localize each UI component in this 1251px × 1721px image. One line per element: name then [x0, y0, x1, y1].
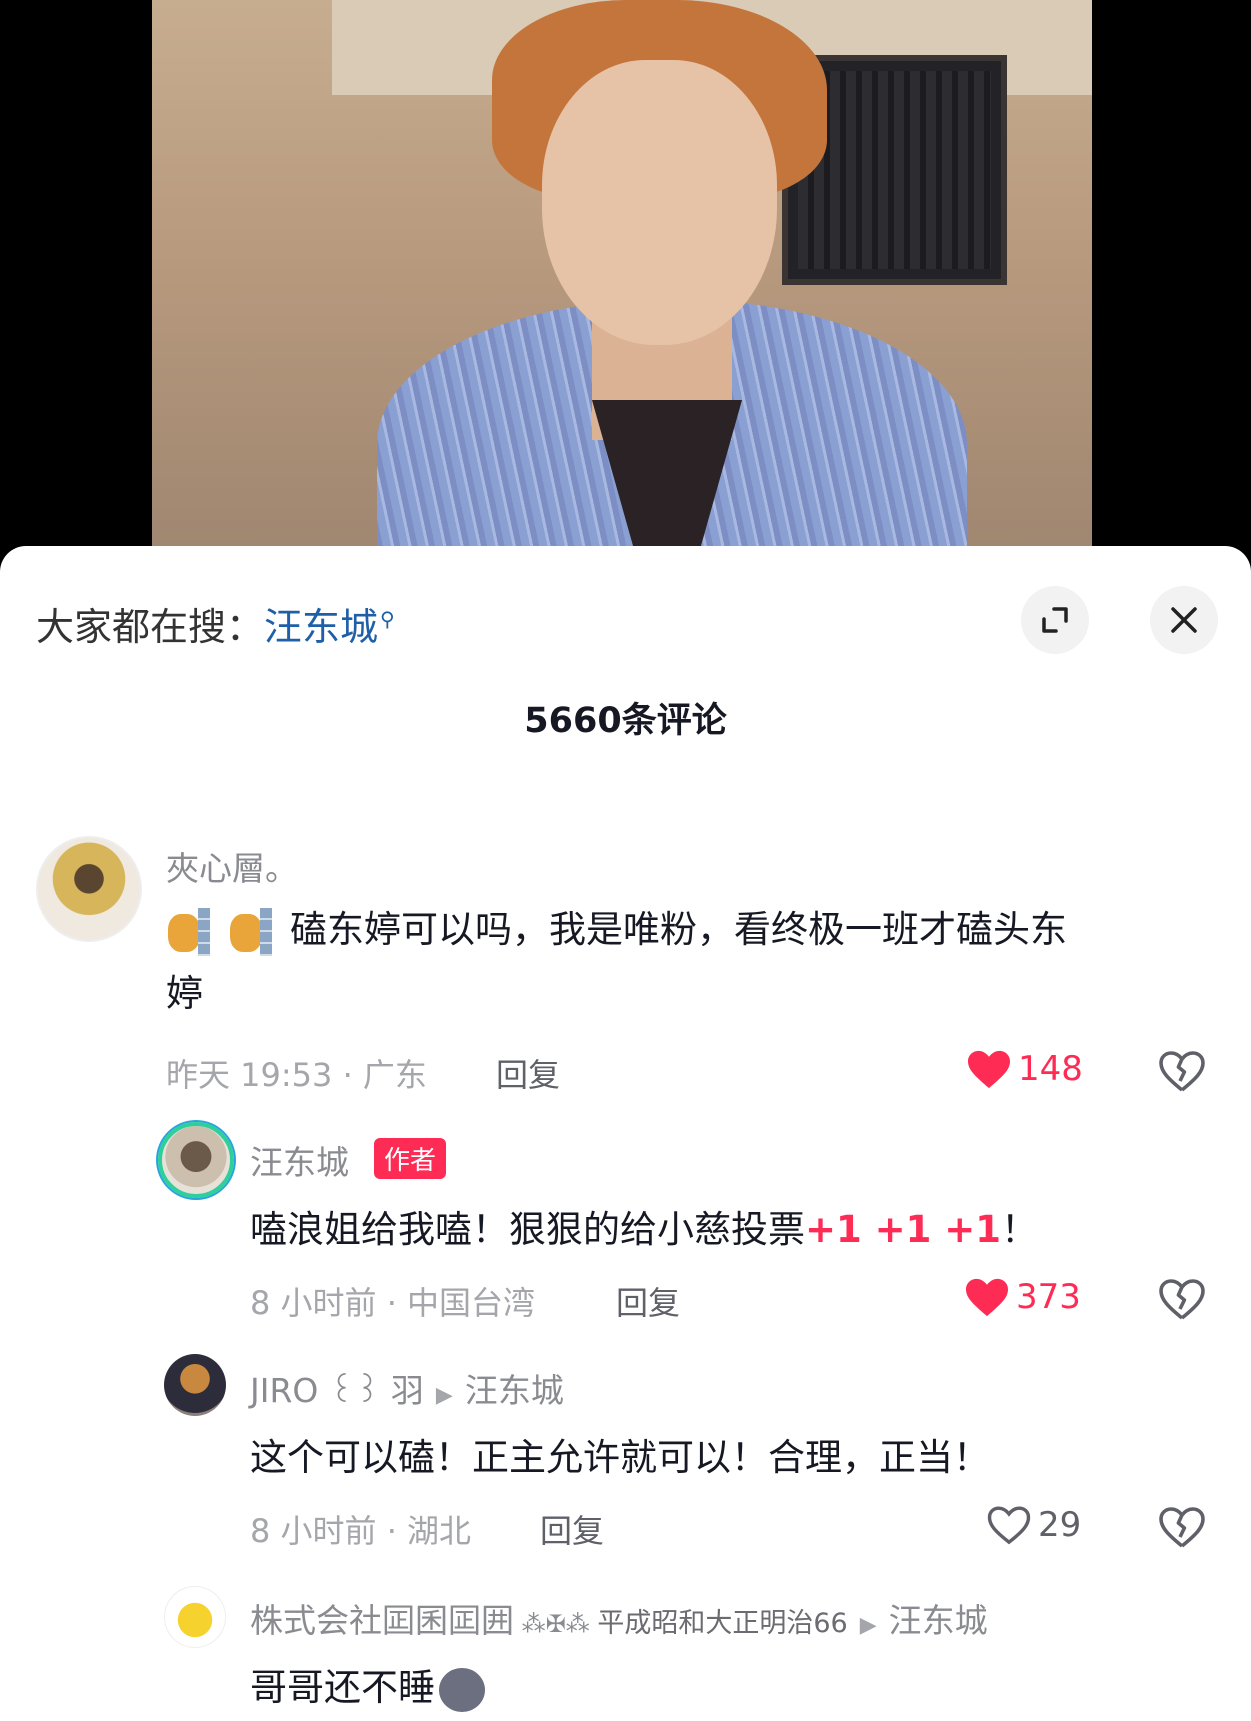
search-suggestion-term[interactable]: 汪东城: [264, 605, 378, 649]
reply-to-username[interactable]: 汪东城: [889, 1601, 988, 1640]
video-player[interactable]: [0, 0, 1251, 560]
comment-time-location: 8 小时前 · 湖北: [250, 1512, 472, 1550]
broken-heart-icon[interactable]: [1158, 1505, 1206, 1549]
reply-button[interactable]: 回复: [616, 1278, 680, 1324]
like-count: 148: [1018, 1049, 1083, 1089]
avatar[interactable]: [158, 1122, 234, 1198]
comment-text-line2: 婷: [166, 972, 203, 1015]
emoji-icon: [439, 1667, 485, 1712]
broken-heart-icon[interactable]: [1158, 1049, 1206, 1093]
like-button[interactable]: 373: [964, 1276, 1081, 1318]
comment-username[interactable]: 汪东城: [250, 1136, 349, 1184]
comment-text-plus-ones: +1 +1 +1: [805, 1208, 1002, 1251]
comment-text-line1: 磕东婷可以吗，我是唯粉，看终极一班才磕头东: [290, 908, 1067, 951]
comment-username[interactable]: 夾心層。: [166, 842, 298, 890]
broken-heart-icon[interactable]: [1158, 1277, 1206, 1321]
heart-icon: [966, 1278, 1008, 1317]
search-icon: ⚲: [380, 607, 395, 632]
decorative-symbols: ⁂✠⁂: [514, 1610, 598, 1638]
comment-username[interactable]: JIRO ꒰꒱ 羽: [250, 1371, 424, 1410]
triangle-right-icon: ▶: [859, 1613, 877, 1638]
comments-count-title: 5660条评论: [524, 701, 727, 741]
comment-username[interactable]: 株式会社囸囷囸囲: [250, 1601, 514, 1640]
comment-text-end: ！: [1001, 1208, 1039, 1251]
like-count: 373: [1016, 1277, 1081, 1317]
comment-text: 哥哥还不睡: [250, 1656, 485, 1720]
comment-sheet: 大家都在搜：汪东城 ⚲ 5660条评论 夾心層。 磕东婷可以吗，我是唯粉，看终极一…: [0, 546, 1251, 1721]
avatar[interactable]: [164, 1354, 226, 1416]
heart-icon: [987, 1506, 1031, 1545]
heart-icon: [968, 1050, 1010, 1089]
like-button[interactable]: 29: [986, 1504, 1081, 1546]
video-frame: [152, 0, 1092, 560]
expand-icon: [1042, 607, 1068, 633]
expand-button[interactable]: [1021, 586, 1089, 654]
search-suggestion-prefix: 大家都在搜：: [36, 605, 265, 649]
like-button[interactable]: 148: [966, 1048, 1083, 1090]
comment-text-main: 嗑浪姐给我嗑！狠狠的给小慈投票: [250, 1208, 805, 1251]
comment-username-row: JIRO ꒰꒱ 羽 ▶ 汪东城: [250, 1364, 564, 1412]
close-icon: [1171, 607, 1197, 633]
comment-username-row: 株式会社囸囷囸囲 ⁂✠⁂ 平成昭和大正明治66 ▶ 汪东城: [250, 1594, 988, 1642]
reply-to-username[interactable]: 汪东城: [465, 1371, 564, 1410]
comment-text: 磕东婷可以吗，我是唯粉，看终极一班才磕头东: [166, 898, 1216, 962]
comment-text: 这个可以磕！正主允许就可以！合理，正当！: [250, 1436, 990, 1479]
bear-emoji-icon: [166, 907, 210, 956]
triangle-right-icon: ▶: [435, 1383, 453, 1408]
comment-text: 嗑浪姐给我嗑！狠狠的给小慈投票+1 +1 +1！: [250, 1198, 1038, 1262]
reply-button[interactable]: 回复: [540, 1506, 604, 1552]
search-suggestion[interactable]: 大家都在搜：汪东城 ⚲: [36, 596, 395, 651]
author-badge: 作者: [374, 1138, 447, 1179]
bear-emoji-icon: [228, 907, 272, 956]
reply-button[interactable]: 回复: [496, 1050, 560, 1096]
comment-username-extra[interactable]: 平成昭和大正明治66: [597, 1608, 847, 1639]
avatar[interactable]: [36, 836, 142, 942]
video-subject-face: [542, 60, 777, 345]
like-count: 29: [1038, 1505, 1082, 1545]
comment-text-main: 哥哥还不睡: [250, 1666, 435, 1709]
comment-time-location: 8 小时前 · 中国台湾: [250, 1284, 536, 1322]
avatar[interactable]: [164, 1586, 226, 1648]
comment-time-location: 昨天 19:53 · 广东: [166, 1056, 427, 1094]
close-button[interactable]: [1150, 586, 1218, 654]
